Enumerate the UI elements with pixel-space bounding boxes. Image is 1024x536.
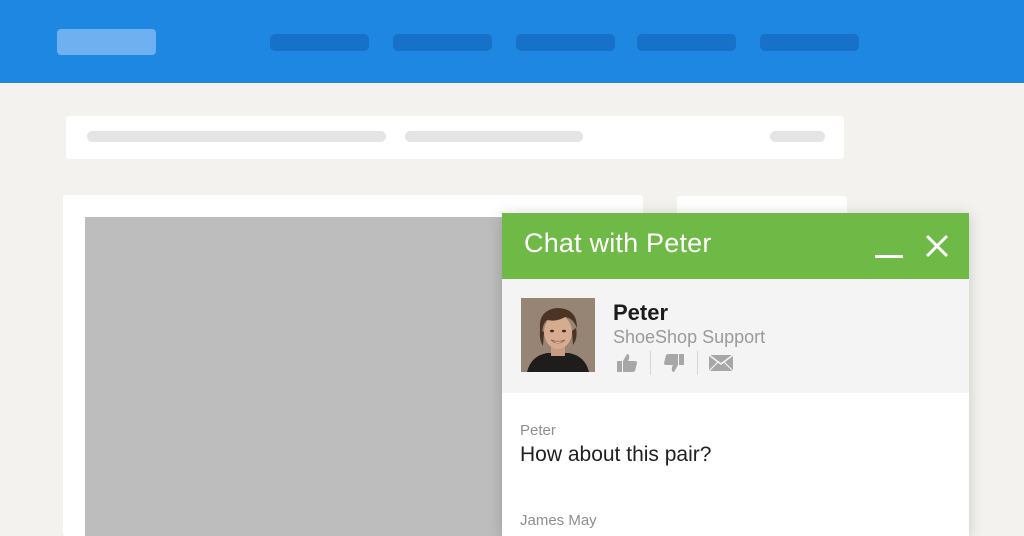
- message-list: Peter How about this pair? James May: [502, 393, 969, 536]
- agent-info-panel: Peter ShoeShop Support: [502, 279, 969, 393]
- top-navigation-bar: [0, 0, 1024, 83]
- close-button[interactable]: [922, 231, 952, 261]
- message-author: Peter: [520, 422, 556, 439]
- agent-role: ShoeShop Support: [613, 327, 766, 347]
- filter-bar-placeholder: [66, 116, 844, 159]
- envelope-icon: [708, 354, 734, 372]
- rating-actions: [610, 350, 738, 376]
- text-placeholder: [87, 131, 386, 142]
- chat-header: Chat with Peter: [502, 213, 969, 279]
- chat-widget: Chat with Peter Peter ShoeShop Support P…: [502, 213, 969, 536]
- agent-name: Peter: [613, 300, 669, 325]
- thumbs-down-icon: [664, 354, 684, 372]
- thumbs-up-button[interactable]: [610, 351, 644, 375]
- email-transcript-button[interactable]: [704, 351, 738, 375]
- chat-title: Chat with Peter: [524, 228, 712, 258]
- divider: [650, 351, 651, 375]
- close-icon: [925, 234, 949, 258]
- nav-item-placeholder[interactable]: [270, 34, 369, 51]
- nav-item-placeholder[interactable]: [516, 34, 615, 51]
- divider: [697, 351, 698, 375]
- thumbs-up-icon: [617, 354, 637, 372]
- nav-item-placeholder[interactable]: [760, 34, 859, 51]
- avatar: [521, 298, 595, 372]
- minimize-icon: [875, 255, 903, 258]
- message-text: How about this pair?: [520, 443, 712, 466]
- thumbs-down-button[interactable]: [657, 351, 691, 375]
- logo-placeholder[interactable]: [57, 29, 156, 55]
- message-author: James May: [520, 512, 597, 529]
- text-placeholder: [770, 131, 825, 142]
- nav-item-placeholder[interactable]: [393, 34, 492, 51]
- product-image-placeholder: [85, 217, 505, 536]
- minimize-button[interactable]: [873, 233, 905, 261]
- nav-item-placeholder[interactable]: [637, 34, 736, 51]
- agent-photo: [521, 298, 595, 372]
- text-placeholder: [405, 131, 583, 142]
